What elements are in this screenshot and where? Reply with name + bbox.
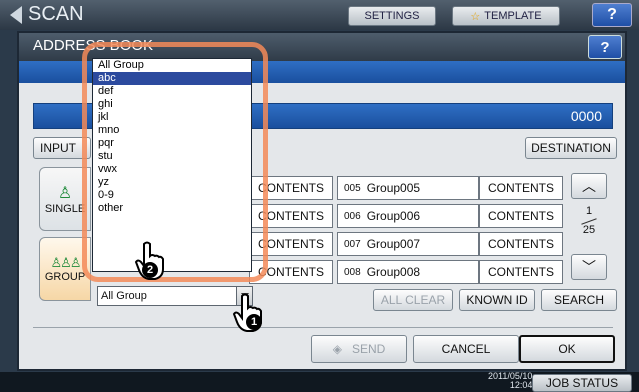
group-name-cell[interactable]: 007 Group007	[337, 232, 479, 256]
help-button-dialog[interactable]: ?	[588, 35, 622, 59]
send-icon: ◈	[332, 342, 342, 356]
group-number: 008	[344, 266, 361, 278]
cancel-button[interactable]: CANCEL	[413, 335, 519, 363]
time: 12:04	[509, 380, 533, 390]
select-value: All Group	[101, 290, 147, 302]
known-id-button[interactable]: KNOWN ID	[459, 289, 535, 311]
person-icon: ♙	[57, 185, 73, 202]
ok-label: OK	[558, 342, 576, 356]
group-name-cell[interactable]: 006 Group006	[337, 204, 479, 228]
send-button[interactable]: ◈ SEND	[311, 335, 407, 363]
settings-button[interactable]: SETTINGS	[348, 6, 436, 26]
table-row[interactable]: 007 Group007 CONTENTS	[337, 232, 563, 256]
group-name: Group005	[366, 181, 421, 195]
all-clear-button[interactable]: ALL CLEAR	[373, 289, 453, 311]
tab-single-label: SINGLE	[44, 203, 86, 215]
contents-label: CONTENTS	[488, 209, 554, 223]
page-indicator: 1 25	[571, 205, 607, 237]
all-clear-label: ALL CLEAR	[380, 293, 446, 307]
known-id-label: KNOWN ID	[466, 293, 528, 307]
scroll-up-button[interactable]: ︿	[571, 173, 607, 199]
scroll-down-button[interactable]: ﹀	[571, 254, 607, 280]
tab-group-label: GROUP	[44, 271, 86, 283]
highlight-frame	[82, 42, 268, 282]
contents-cell[interactable]: CONTENTS	[479, 260, 563, 284]
step2-label: 2	[146, 264, 154, 276]
job-status-label: JOB STATUS	[545, 376, 619, 390]
help-label: ?	[607, 6, 617, 23]
search-button[interactable]: SEARCH	[541, 289, 617, 311]
step1-badge: 1	[246, 314, 262, 330]
group-name: Group008	[366, 265, 421, 279]
contents-cell[interactable]: CONTENTS	[479, 232, 563, 256]
contents-label: CONTENTS	[488, 237, 554, 251]
destination-label: DESTINATION	[531, 141, 611, 155]
group-name: Group006	[366, 209, 421, 223]
contents-cell[interactable]: CONTENTS	[479, 204, 563, 228]
page-total: 25	[582, 224, 596, 236]
table-row[interactable]: 005 Group005 CONTENTS	[337, 176, 563, 200]
settings-label: SETTINGS	[364, 10, 420, 22]
input-label: INPUT	[40, 141, 76, 155]
group-name: Group007	[366, 237, 421, 251]
group-number: 006	[344, 210, 361, 222]
star-icon: ☆	[470, 10, 481, 23]
group-number: 005	[344, 182, 361, 194]
ok-button[interactable]: OK	[519, 335, 615, 363]
help-button-top[interactable]: ?	[592, 3, 632, 27]
cancel-label: CANCEL	[441, 342, 491, 356]
send-label: SEND	[351, 342, 386, 356]
destination-button[interactable]: DESTINATION	[525, 137, 617, 159]
page-current: 1	[585, 205, 593, 217]
search-label: SEARCH	[553, 293, 604, 307]
clock: 2011/05/10 12:04	[488, 372, 532, 390]
step2-badge: 2	[142, 262, 158, 278]
template-label: TEMPLATE	[484, 10, 542, 22]
back-arrow-icon[interactable]	[10, 6, 22, 24]
contents-cell[interactable]: CONTENTS	[479, 176, 563, 200]
divider	[33, 327, 613, 328]
contents-label: CONTENTS	[488, 181, 554, 195]
template-button[interactable]: ☆ TEMPLATE	[452, 6, 560, 26]
app-title: SCAN	[28, 3, 84, 25]
group-icon: ♙♙♙	[50, 255, 82, 270]
table-row[interactable]: 008 Group008 CONTENTS	[337, 260, 563, 284]
group-name-cell[interactable]: 008 Group008	[337, 260, 479, 284]
group-number: 007	[344, 238, 361, 250]
chevron-down-icon: ﹀	[582, 259, 596, 275]
step1-label: 1	[250, 316, 258, 328]
chevron-up-icon: ︿	[582, 178, 596, 194]
group-name-cell[interactable]: 005 Group005	[337, 176, 479, 200]
contents-label: CONTENTS	[488, 265, 554, 279]
group-filter-select[interactable]: All Group	[97, 286, 253, 306]
table-row[interactable]: 006 Group006 CONTENTS	[337, 204, 563, 228]
destination-count: 0000	[570, 108, 602, 124]
job-status-button[interactable]: JOB STATUS	[532, 374, 632, 392]
help-label: ?	[600, 38, 610, 56]
